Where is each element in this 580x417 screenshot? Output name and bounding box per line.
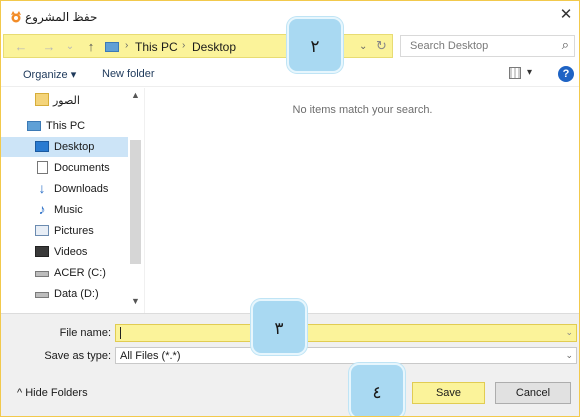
nav-item-downloads[interactable]: ↓ Downloads (1, 179, 128, 199)
callout-badge-3: ٣ (251, 299, 307, 355)
music-icon: ♪ (38, 201, 46, 217)
file-name-dropdown-icon[interactable]: ⌄ (565, 327, 573, 338)
nav-item-label: Videos (54, 246, 88, 258)
view-options-arrow-icon[interactable]: ▾ (527, 67, 532, 78)
nav-item-desktop[interactable]: Desktop (1, 137, 128, 157)
nav-item-label: Data (D:) (54, 288, 99, 300)
nav-item-pictures[interactable]: Pictures (1, 221, 128, 241)
nav-item-drive-d[interactable]: Data (D:) (1, 284, 128, 304)
breadcrumb-separator: › (182, 40, 186, 51)
file-name-label: File name: (59, 327, 111, 339)
navigation-pane: الصور This PC Desktop Documents ↓ Downlo… (1, 88, 143, 313)
close-button[interactable]: ✕ (557, 5, 575, 25)
cancel-button[interactable]: Cancel (495, 382, 571, 404)
empty-state-message: No items match your search. (292, 104, 433, 116)
search-placeholder: Search Desktop (410, 40, 489, 52)
videos-icon (35, 246, 49, 257)
nav-item-music[interactable]: ♪ Music (1, 200, 128, 220)
computer-icon (27, 121, 41, 131)
downloads-icon: ↓ (38, 180, 46, 196)
chevron-down-icon[interactable]: ⌄ (565, 350, 573, 361)
help-icon[interactable]: ? (558, 66, 574, 82)
save-as-type-select[interactable]: All Files (*.*) ⌄ (115, 347, 577, 364)
organize-button[interactable]: Organize ▾ (23, 68, 76, 81)
scroll-thumb[interactable] (130, 140, 141, 264)
nav-item-label: ACER (C:) (54, 267, 106, 279)
callout-badge-4: ٤ (349, 363, 405, 416)
computer-icon (105, 42, 119, 52)
address-dropdown-icon[interactable]: ⌄ (359, 41, 367, 52)
nav-scrollbar[interactable]: ▲ ▼ (128, 88, 143, 313)
nav-item-drive-c[interactable]: ACER (C:) (1, 263, 128, 283)
nav-item-videos[interactable]: Videos (1, 242, 128, 262)
drive-icon (35, 271, 49, 277)
search-icon[interactable]: ⌕ (562, 37, 569, 53)
nav-item-this-pc[interactable]: This PC (1, 116, 128, 136)
scroll-down-icon[interactable]: ▼ (131, 296, 140, 306)
scroll-up-icon[interactable]: ▲ (131, 90, 140, 100)
save-button[interactable]: Save (412, 382, 485, 404)
callout-badge-2: ٢ (287, 17, 343, 73)
nav-item-documents[interactable]: Documents (1, 158, 128, 178)
breadcrumb-this-pc[interactable]: This PC (135, 40, 178, 54)
nav-item-label: Music (54, 204, 83, 216)
window-title: حفظ المشروع (25, 10, 98, 24)
text-caret (120, 327, 121, 339)
search-input[interactable]: Search Desktop ⌕ (400, 35, 575, 57)
pictures-icon (35, 225, 49, 236)
file-list-pane[interactable]: No items match your search. (144, 88, 579, 313)
nav-item-label: Desktop (54, 141, 95, 153)
breadcrumb-separator: › (125, 40, 129, 51)
save-as-type-value: All Files (*.*) (120, 350, 181, 362)
hide-folders-button[interactable]: ^ Hide Folders (17, 387, 88, 399)
up-icon[interactable]: ↑ (84, 39, 98, 55)
recent-locations-icon[interactable]: ⌄ (63, 39, 77, 55)
app-icon (11, 11, 21, 23)
forward-icon[interactable]: → (42, 39, 56, 55)
refresh-icon[interactable]: ↻ (376, 38, 387, 54)
nav-item-label: Pictures (54, 225, 94, 237)
nav-item-pictures-arabic[interactable]: الصور (1, 90, 128, 110)
desktop-icon (35, 141, 49, 152)
change-view-icon[interactable] (509, 67, 521, 79)
nav-item-label: الصور (53, 95, 80, 107)
nav-item-label: This PC (46, 120, 86, 132)
documents-icon (37, 161, 48, 174)
save-dialog: حفظ المشروع ✕ ← → ⌄ ↑ › This PC › Deskto… (0, 0, 580, 417)
file-name-input[interactable]: ⌄ (115, 324, 577, 342)
nav-item-label: Downloads (54, 183, 109, 195)
folder-icon (35, 93, 49, 106)
save-as-type-label: Save as type: (44, 350, 111, 362)
drive-icon (35, 292, 49, 298)
back-icon[interactable]: ← (14, 39, 28, 55)
breadcrumb-desktop[interactable]: Desktop (192, 40, 236, 54)
dialog-footer: ^ Hide Folders Save Cancel (1, 371, 579, 416)
new-folder-button[interactable]: New folder (102, 68, 155, 80)
nav-item-label: Documents (54, 162, 110, 174)
